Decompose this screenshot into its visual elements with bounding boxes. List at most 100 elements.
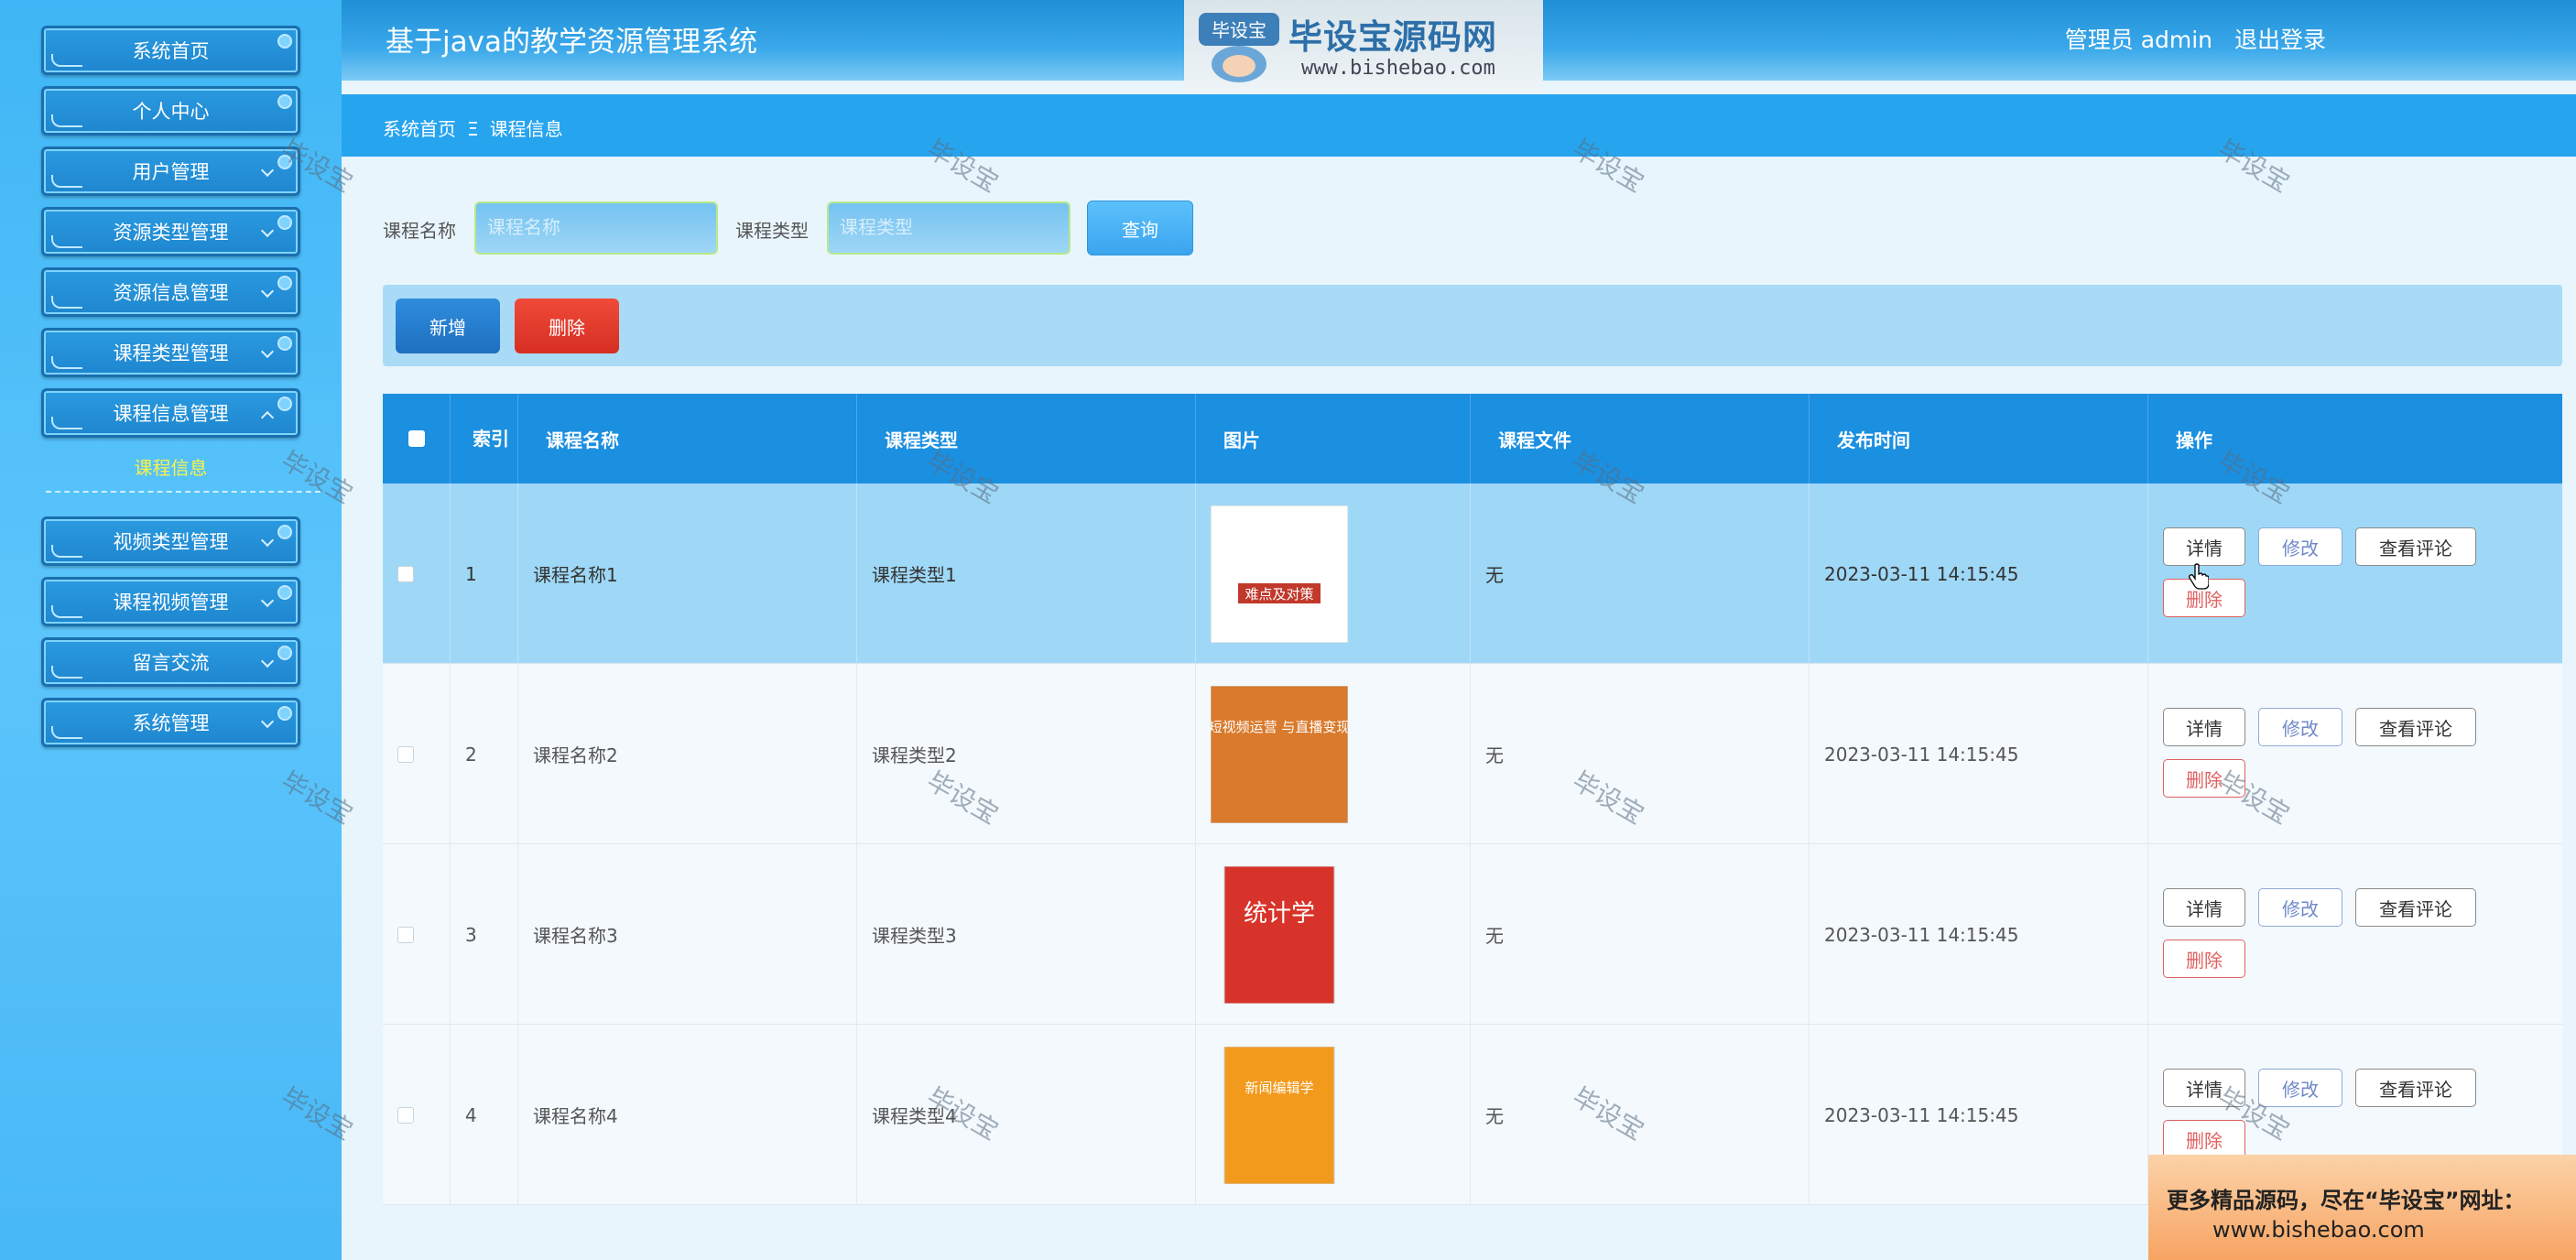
select-all-cell xyxy=(383,394,451,483)
chevron-down-icon xyxy=(260,714,275,729)
action-bar: 新增 删除 xyxy=(383,285,2562,366)
delete-button[interactable]: 删除 xyxy=(2163,1120,2245,1158)
table-row[interactable]: 1 课程名称1 课程类型1 难点及对策无 2023-03-11 14:15:45 详情 修改… xyxy=(383,483,2562,664)
promo-text: 更多精品源码，尽在“毕设宝”网址： xyxy=(2167,1188,2526,1213)
course-name-input[interactable] xyxy=(474,201,718,255)
sidebar-item-resource-info[interactable]: 资源信息管理 xyxy=(41,267,300,317)
ornament-icon xyxy=(51,175,82,188)
delete-button[interactable]: 删除 xyxy=(2163,759,2245,798)
sidebar-item-label: 系统首页 xyxy=(132,40,210,62)
sidebar-item-profile[interactable]: 个人中心 xyxy=(41,86,300,136)
detail-button[interactable]: 详情 xyxy=(2163,1069,2245,1107)
batch-delete-button[interactable]: 删除 xyxy=(515,299,619,353)
course-table: 索引 课程名称 课程类型 图片 课程文件 发布时间 操作 1 课程名称1 课程类型1… xyxy=(383,394,2562,1260)
sidebar-item-course-videos[interactable]: 课程视频管理 xyxy=(41,577,300,626)
image-cell: 统计学 xyxy=(1196,844,1471,1025)
course-cover-image[interactable]: 难点及对策 xyxy=(1211,505,1348,643)
app-title: 基于java的教学资源管理系统 xyxy=(386,26,757,59)
query-button[interactable]: 查询 xyxy=(1087,201,1193,255)
course-type-cell: 课程类型1 xyxy=(857,483,1196,664)
course-file-cell: 无 xyxy=(1471,844,1810,1025)
course-type-input[interactable] xyxy=(827,201,1071,255)
ornament-dot-icon xyxy=(277,276,292,290)
promo-url: www.bishebao.com xyxy=(2212,1217,2425,1243)
ornament-icon xyxy=(51,54,82,67)
header-index: 索引 xyxy=(451,394,518,483)
publish-time-cell: 2023-03-11 14:15:45 xyxy=(1810,1025,2148,1205)
edit-button[interactable]: 修改 xyxy=(2258,888,2342,927)
view-comments-button[interactable]: 查看评论 xyxy=(2355,708,2476,746)
detail-button[interactable]: 详情 xyxy=(2163,888,2245,927)
course-type-cell: 课程类型4 xyxy=(857,1025,1196,1205)
header-course-type: 课程类型 xyxy=(857,394,1196,483)
row-checkbox[interactable] xyxy=(397,565,414,582)
course-file-cell: 无 xyxy=(1471,483,1810,664)
user-label: 管理员 admin xyxy=(2064,27,2213,53)
ornament-dot-icon xyxy=(277,336,292,351)
detail-button[interactable]: 详情 xyxy=(2163,708,2245,746)
operations-cell: 详情 修改 查看评论删除 xyxy=(2148,664,2562,844)
ornament-dot-icon xyxy=(277,646,292,660)
select-all-checkbox[interactable] xyxy=(408,430,425,447)
header-image: 图片 xyxy=(1196,394,1471,483)
course-type-cell: 课程类型2 xyxy=(857,664,1196,844)
ornament-icon xyxy=(51,356,82,369)
sidebar-item-messages[interactable]: 留言交流 xyxy=(41,637,300,687)
sidebar-item-video-types[interactable]: 视频类型管理 xyxy=(41,516,300,566)
add-button[interactable]: 新增 xyxy=(396,299,500,353)
ornament-icon xyxy=(51,235,82,248)
breadcrumb-home[interactable]: 系统首页 xyxy=(383,118,456,140)
view-comments-button[interactable]: 查看评论 xyxy=(2355,527,2476,566)
edit-button[interactable]: 修改 xyxy=(2258,708,2342,746)
edit-button[interactable]: 修改 xyxy=(2258,1069,2342,1107)
ornament-icon xyxy=(51,545,82,558)
course-type-cell: 课程类型3 xyxy=(857,844,1196,1025)
promo-banner[interactable]: 更多精品源码，尽在“毕设宝”网址： www.bishebao.com xyxy=(2148,1155,2576,1260)
ornament-dot-icon xyxy=(277,94,292,109)
sidebar-item-label: 留言交流 xyxy=(132,652,210,674)
sidebar-item-home[interactable]: 系统首页 xyxy=(41,26,300,75)
edit-button[interactable]: 修改 xyxy=(2258,527,2342,566)
select-cell xyxy=(383,1025,451,1205)
sidebar-item-resource-types[interactable]: 资源类型管理 xyxy=(41,207,300,256)
course-name-label: 课程名称 xyxy=(383,220,456,242)
detail-button[interactable]: 详情 xyxy=(2163,527,2245,566)
sidebar-divider xyxy=(46,491,321,493)
breadcrumb-bar: 系统首页 Ξ 课程信息 xyxy=(342,94,2576,157)
sidebar-item-label: 课程信息管理 xyxy=(113,403,229,425)
view-comments-button[interactable]: 查看评论 xyxy=(2355,1069,2476,1107)
view-comments-button[interactable]: 查看评论 xyxy=(2355,888,2476,927)
row-checkbox[interactable] xyxy=(397,1106,414,1124)
sidebar-subitem-course-info[interactable]: 课程信息 xyxy=(41,453,300,481)
row-checkbox[interactable] xyxy=(397,745,414,763)
select-cell xyxy=(383,844,451,1025)
chevron-down-icon xyxy=(260,593,275,608)
chevron-down-icon xyxy=(260,223,275,238)
delete-button[interactable]: 删除 xyxy=(2163,940,2245,978)
sidebar-item-course-types[interactable]: 课程类型管理 xyxy=(41,328,300,377)
course-cover-image[interactable]: 新闻编辑学 xyxy=(1211,1046,1348,1184)
row-checkbox[interactable] xyxy=(397,926,414,943)
breadcrumb: 系统首页 Ξ 课程信息 xyxy=(383,114,563,141)
course-file-cell: 无 xyxy=(1471,1025,1810,1205)
ornament-icon xyxy=(51,296,82,309)
operations-cell: 详情 修改 查看评论 删除 xyxy=(2148,483,2562,664)
course-cover-image[interactable]: 统计学 xyxy=(1211,865,1348,1004)
table-row[interactable]: 2 课程名称2 课程类型2 短视频运营 与直播变现 无 2023-03-11 14:15:… xyxy=(383,664,2562,844)
sidebar-item-users[interactable]: 用户管理 xyxy=(41,147,300,196)
sidebar-item-label: 系统管理 xyxy=(132,712,210,734)
cover-title: 新闻编辑学 xyxy=(1245,1080,1313,1096)
table-row[interactable]: 3 课程名称3 课程类型3 统计学无 2023-03-11 14:15:45 详情 修改 查看… xyxy=(383,844,2562,1025)
sidebar-item-course-info[interactable]: 课程信息管理 xyxy=(41,388,300,438)
course-name-cell: 课程名称2 xyxy=(518,664,857,844)
course-name-cell: 课程名称4 xyxy=(518,1025,857,1205)
chevron-down-icon xyxy=(260,284,275,299)
publish-time-cell: 2023-03-11 14:15:45 xyxy=(1810,483,2148,664)
ornament-dot-icon xyxy=(277,34,292,49)
course-cover-image[interactable]: 短视频运营 与直播变现 xyxy=(1211,685,1348,823)
ornament-icon xyxy=(51,666,82,679)
sidebar-item-system[interactable]: 系统管理 xyxy=(41,698,300,747)
top-header: 基于java的教学资源管理系统 管理员 admin 退出登录 毕设宝 毕设宝源码… xyxy=(342,0,2576,93)
logout-link[interactable]: 退出登录 xyxy=(2234,27,2326,53)
chevron-down-icon xyxy=(260,163,275,178)
